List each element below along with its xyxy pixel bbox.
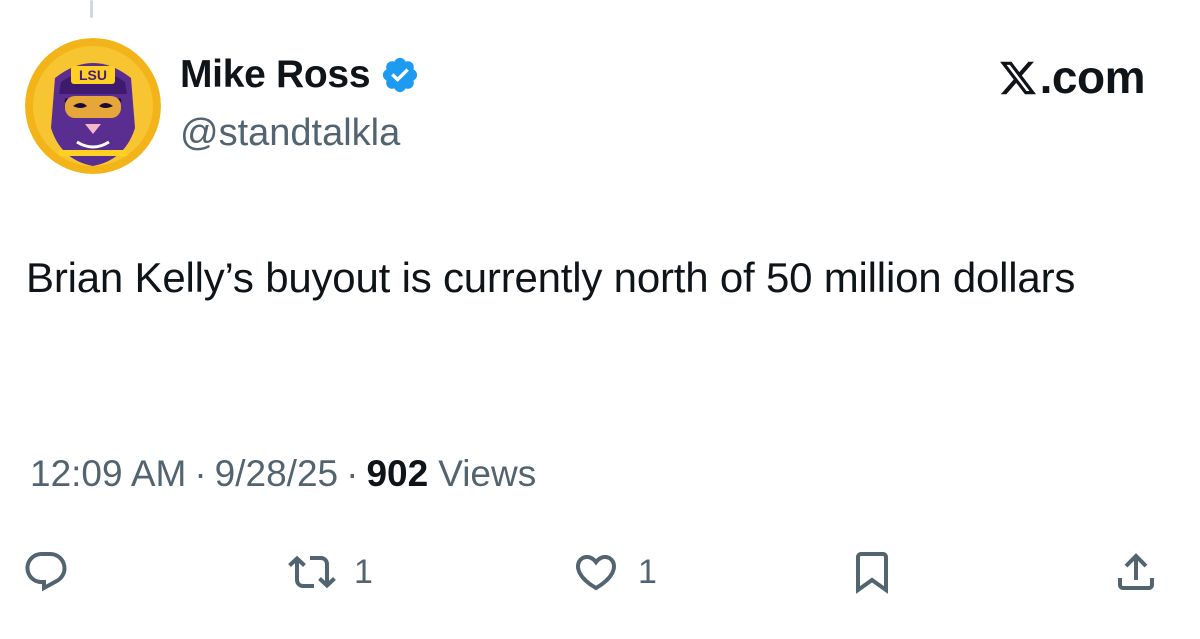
reply-icon: [25, 552, 67, 592]
verified-badge-icon: [383, 57, 418, 93]
avatar[interactable]: LSU: [25, 38, 161, 174]
views-label: Views: [438, 453, 537, 494]
tweet-text: Brian Kelly’s buyout is currently north …: [26, 254, 1076, 301]
share-icon: [1118, 553, 1154, 590]
author-name-row: Mike Ross: [180, 52, 420, 98]
tweet-date[interactable]: 9/28/25: [215, 448, 338, 500]
views-count: 902: [366, 453, 429, 494]
bookmark-button[interactable]: [848, 540, 896, 604]
meta-separator: ·: [346, 453, 359, 494]
like-button[interactable]: 1: [572, 540, 657, 604]
thread-connector-line: [90, 0, 93, 18]
retweet-icon: [288, 555, 336, 589]
display-name[interactable]: Mike Ross: [180, 52, 371, 98]
site-label-text: .com: [1039, 51, 1146, 103]
meta-separator: ·: [194, 453, 207, 494]
user-handle[interactable]: @standtalkla: [180, 110, 400, 156]
retweet-button[interactable]: 1: [288, 540, 373, 604]
x-logo-icon: [999, 61, 1036, 95]
x-com-label: .com: [998, 50, 1146, 104]
heart-icon: [575, 555, 617, 591]
lsu-tiger-avatar-icon: LSU: [25, 38, 161, 174]
avatar-badge-text: LSU: [79, 67, 107, 83]
like-count: 1: [638, 552, 657, 591]
tweet-time[interactable]: 12:09 AM: [30, 448, 186, 500]
tweet-actions: 1 1: [0, 540, 1200, 604]
tweet-meta: 12:09 AM · 9/28/25 · 902 Views: [30, 448, 536, 500]
reply-button[interactable]: [22, 540, 70, 604]
tweet-card: LSU Mike Ross @standtalkla .com Brian Ke…: [0, 0, 1200, 639]
bookmark-icon: [856, 552, 888, 594]
retweet-count: 1: [354, 552, 373, 591]
share-button[interactable]: [1112, 540, 1160, 604]
